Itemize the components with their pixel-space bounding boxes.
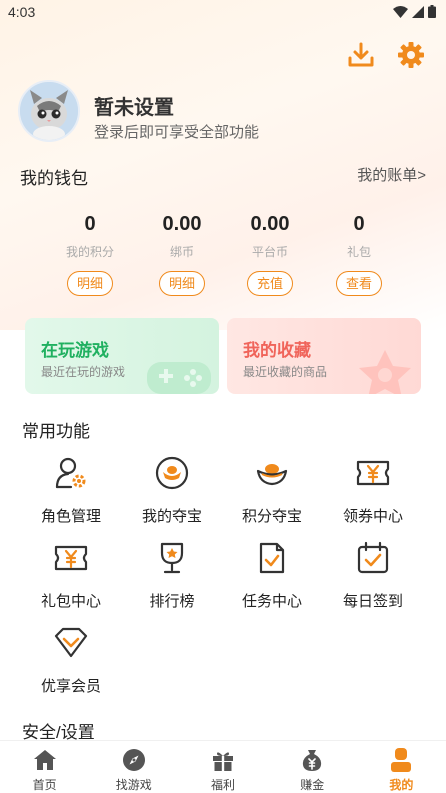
gear-icon — [398, 42, 424, 68]
nav-label: 找游戏 — [115, 778, 152, 792]
func-label: 角色管理 — [40, 508, 101, 525]
download-icon — [348, 42, 374, 67]
gift-view-button[interactable]: 查看 — [336, 271, 382, 296]
bottom-nav: 首页 找游戏 福利 赚金 我的 — [0, 740, 446, 793]
wallet-item-platform-coin: 0.00 平台币 充值 — [220, 210, 320, 296]
wallet-label: 礼包 — [346, 245, 371, 259]
wallet-label: 绑币 — [169, 245, 194, 259]
coupon-icon — [356, 460, 390, 486]
common-functions-title: 常用功能 — [22, 422, 90, 441]
func-label: 领券中心 — [342, 508, 403, 525]
wallet-value: 0 — [353, 213, 365, 235]
wallet-item-bound-coin: 0.00 绑币 明细 — [132, 210, 232, 296]
points-detail-button[interactable]: 明细 — [67, 271, 113, 296]
wallet-label: 平台币 — [251, 245, 288, 259]
profile-name[interactable]: 暂未设置 — [94, 91, 174, 120]
func-label: 礼包中心 — [40, 593, 101, 610]
task-icon — [259, 542, 285, 574]
func-label: 优享会员 — [40, 678, 101, 695]
nav-label: 首页 — [32, 778, 57, 792]
cat-avatar-icon — [20, 82, 78, 140]
gift-ticket-icon — [54, 545, 88, 571]
nav-item-welfare[interactable]: 福利 — [178, 741, 267, 793]
battery-icon — [428, 5, 436, 18]
nav-label: 赚金 — [300, 778, 325, 792]
profile-page: 4:03 暂未设置 登录后即可享受全部功能 我的钱包 我的账单> 0 我的积分 … — [0, 0, 446, 793]
status-bar: 4:03 — [0, 0, 446, 26]
func-label: 任务中心 — [241, 593, 302, 610]
gift-center-button[interactable]: 礼包中心 — [21, 540, 121, 618]
user-icon — [391, 748, 412, 772]
playing-games-card[interactable]: 在玩游戏 最近在玩的游戏 — [25, 318, 219, 394]
nav-item-find-games[interactable]: 找游戏 — [89, 741, 178, 793]
coupon-center-button[interactable]: 领券中心 — [323, 455, 423, 533]
my-bill-link[interactable]: 我的账单> — [357, 164, 426, 185]
settings-button[interactable] — [396, 40, 426, 70]
wallet-item-points: 0 我的积分 明细 — [40, 210, 140, 296]
money-bag-icon — [303, 750, 322, 771]
vip-member-button[interactable]: 优享会员 — [21, 625, 121, 703]
wallet-title: 我的钱包 — [20, 169, 88, 188]
func-label: 排行榜 — [149, 593, 195, 610]
role-manage-icon — [55, 457, 86, 489]
ingot-icon — [256, 464, 288, 486]
download-button[interactable] — [346, 40, 376, 70]
wallet-label: 我的积分 — [65, 245, 114, 259]
func-label: 积分夺宝 — [241, 508, 302, 525]
card-title: 我的收藏 — [243, 341, 311, 360]
home-icon — [33, 750, 56, 770]
bound-coin-detail-button[interactable]: 明细 — [159, 271, 205, 296]
nav-label: 福利 — [211, 778, 236, 792]
wallet-value: 0.00 — [250, 213, 290, 235]
task-center-button[interactable]: 任务中心 — [222, 540, 322, 618]
nav-item-earn[interactable]: 赚金 — [268, 741, 357, 793]
daily-checkin-button[interactable]: 每日签到 — [323, 540, 423, 618]
func-label: 我的夺宝 — [141, 508, 202, 525]
wallet-item-gift: 0 礼包 查看 — [309, 210, 409, 296]
role-manage-button[interactable]: 角色管理 — [21, 455, 121, 533]
status-icons — [393, 5, 436, 18]
signal-icon — [412, 5, 424, 18]
treasure-icon — [155, 456, 189, 490]
gamepad-icon — [147, 362, 211, 394]
my-treasure-button[interactable]: 我的夺宝 — [122, 455, 222, 533]
status-time: 4:03 — [8, 4, 36, 20]
star-icon — [359, 350, 411, 394]
compass-icon — [122, 749, 145, 771]
checkin-icon — [357, 541, 389, 574]
avatar[interactable] — [18, 80, 80, 142]
nav-item-mine[interactable]: 我的 — [357, 741, 446, 793]
gift-icon — [213, 752, 233, 771]
card-subtitle: 最近收藏的商品 — [243, 365, 328, 379]
wallet-value: 0.00 — [162, 213, 202, 235]
wallet-value: 0 — [84, 213, 96, 235]
trophy-icon — [160, 542, 184, 574]
top-actions — [346, 40, 426, 70]
leaderboard-button[interactable]: 排行榜 — [122, 540, 222, 618]
vip-diamond-icon — [54, 627, 88, 658]
func-label: 每日签到 — [342, 593, 403, 610]
my-favorites-card[interactable]: 我的收藏 最近收藏的商品 — [227, 318, 421, 394]
card-title: 在玩游戏 — [41, 341, 109, 360]
nav-item-home[interactable]: 首页 — [0, 741, 89, 793]
points-treasure-button[interactable]: 积分夺宝 — [222, 455, 322, 533]
wallet-row: 0 我的积分 明细 0.00 绑币 明细 0.00 平台币 充值 0 礼包 查看 — [0, 210, 446, 310]
card-subtitle: 最近在玩的游戏 — [41, 365, 126, 379]
recharge-button[interactable]: 充值 — [247, 271, 293, 296]
wifi-icon — [393, 5, 408, 18]
profile-subtitle: 登录后即可享受全部功能 — [94, 124, 260, 141]
nav-label: 我的 — [389, 778, 414, 792]
